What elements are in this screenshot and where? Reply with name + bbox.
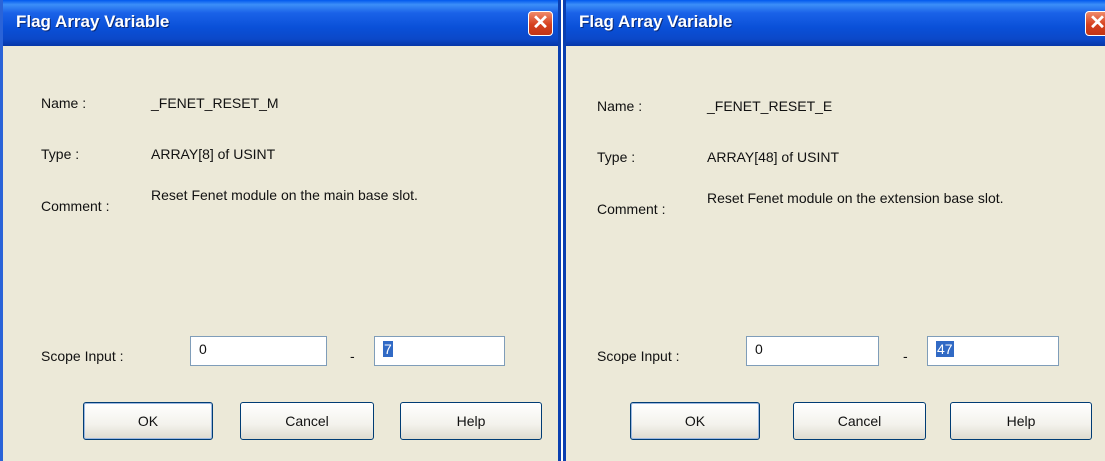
scope-from-input[interactable]: 0 (746, 336, 879, 366)
name-label: Name : (41, 95, 87, 111)
scope-to-value: 47 (936, 341, 954, 357)
scope-input-label: Scope Input : (597, 348, 680, 364)
scope-to-input[interactable]: 7 (374, 336, 505, 366)
help-button[interactable]: Help (950, 402, 1092, 440)
flag-array-variable-dialog-extension: Flag Array Variable ✕ Name : _FENET_RESE… (563, 0, 1105, 461)
scope-separator: - (350, 348, 355, 364)
comment-label: Comment : (597, 201, 666, 217)
scope-from-input[interactable]: 0 (190, 336, 327, 366)
name-value: _FENET_RESET_E (707, 98, 833, 114)
dialog-body: Name : _FENET_RESET_M Type : ARRAY[8] of… (3, 46, 558, 461)
dialog-title: Flag Array Variable (16, 12, 170, 31)
type-value: ARRAY[48] of USINT (707, 149, 840, 165)
comment-value: Reset Fenet module on the extension base… (707, 190, 1004, 206)
type-label: Type : (597, 149, 636, 165)
name-label: Name : (597, 98, 643, 114)
title-bar[interactable]: Flag Array Variable ✕ (566, 0, 1105, 46)
help-button[interactable]: Help (400, 402, 542, 440)
scope-to-input[interactable]: 47 (927, 336, 1059, 366)
dialog-title: Flag Array Variable (579, 12, 733, 31)
type-label: Type : (41, 146, 80, 162)
scope-to-value: 7 (383, 341, 393, 357)
comment-value: Reset Fenet module on the main base slot… (151, 187, 418, 203)
close-button[interactable]: ✕ (1085, 11, 1105, 36)
type-value: ARRAY[8] of USINT (151, 146, 276, 162)
cancel-button[interactable]: Cancel (793, 402, 926, 440)
scope-input-label: Scope Input : (41, 348, 124, 364)
ok-button[interactable]: OK (83, 402, 213, 440)
flag-array-variable-dialog-main: Flag Array Variable ✕ Name : _FENET_RESE… (0, 0, 561, 461)
close-button[interactable]: ✕ (528, 11, 553, 36)
dialog-body: Name : _FENET_RESET_E Type : ARRAY[48] o… (566, 46, 1105, 461)
cancel-button[interactable]: Cancel (240, 402, 374, 440)
scope-from-value: 0 (199, 341, 207, 357)
scope-separator: - (903, 348, 908, 364)
close-icon: ✕ (532, 12, 549, 34)
ok-button[interactable]: OK (630, 402, 760, 440)
scope-from-value: 0 (755, 341, 763, 357)
close-icon: ✕ (1089, 12, 1105, 34)
title-bar[interactable]: Flag Array Variable ✕ (3, 0, 558, 46)
comment-label: Comment : (41, 198, 110, 214)
name-value: _FENET_RESET_M (151, 95, 279, 111)
